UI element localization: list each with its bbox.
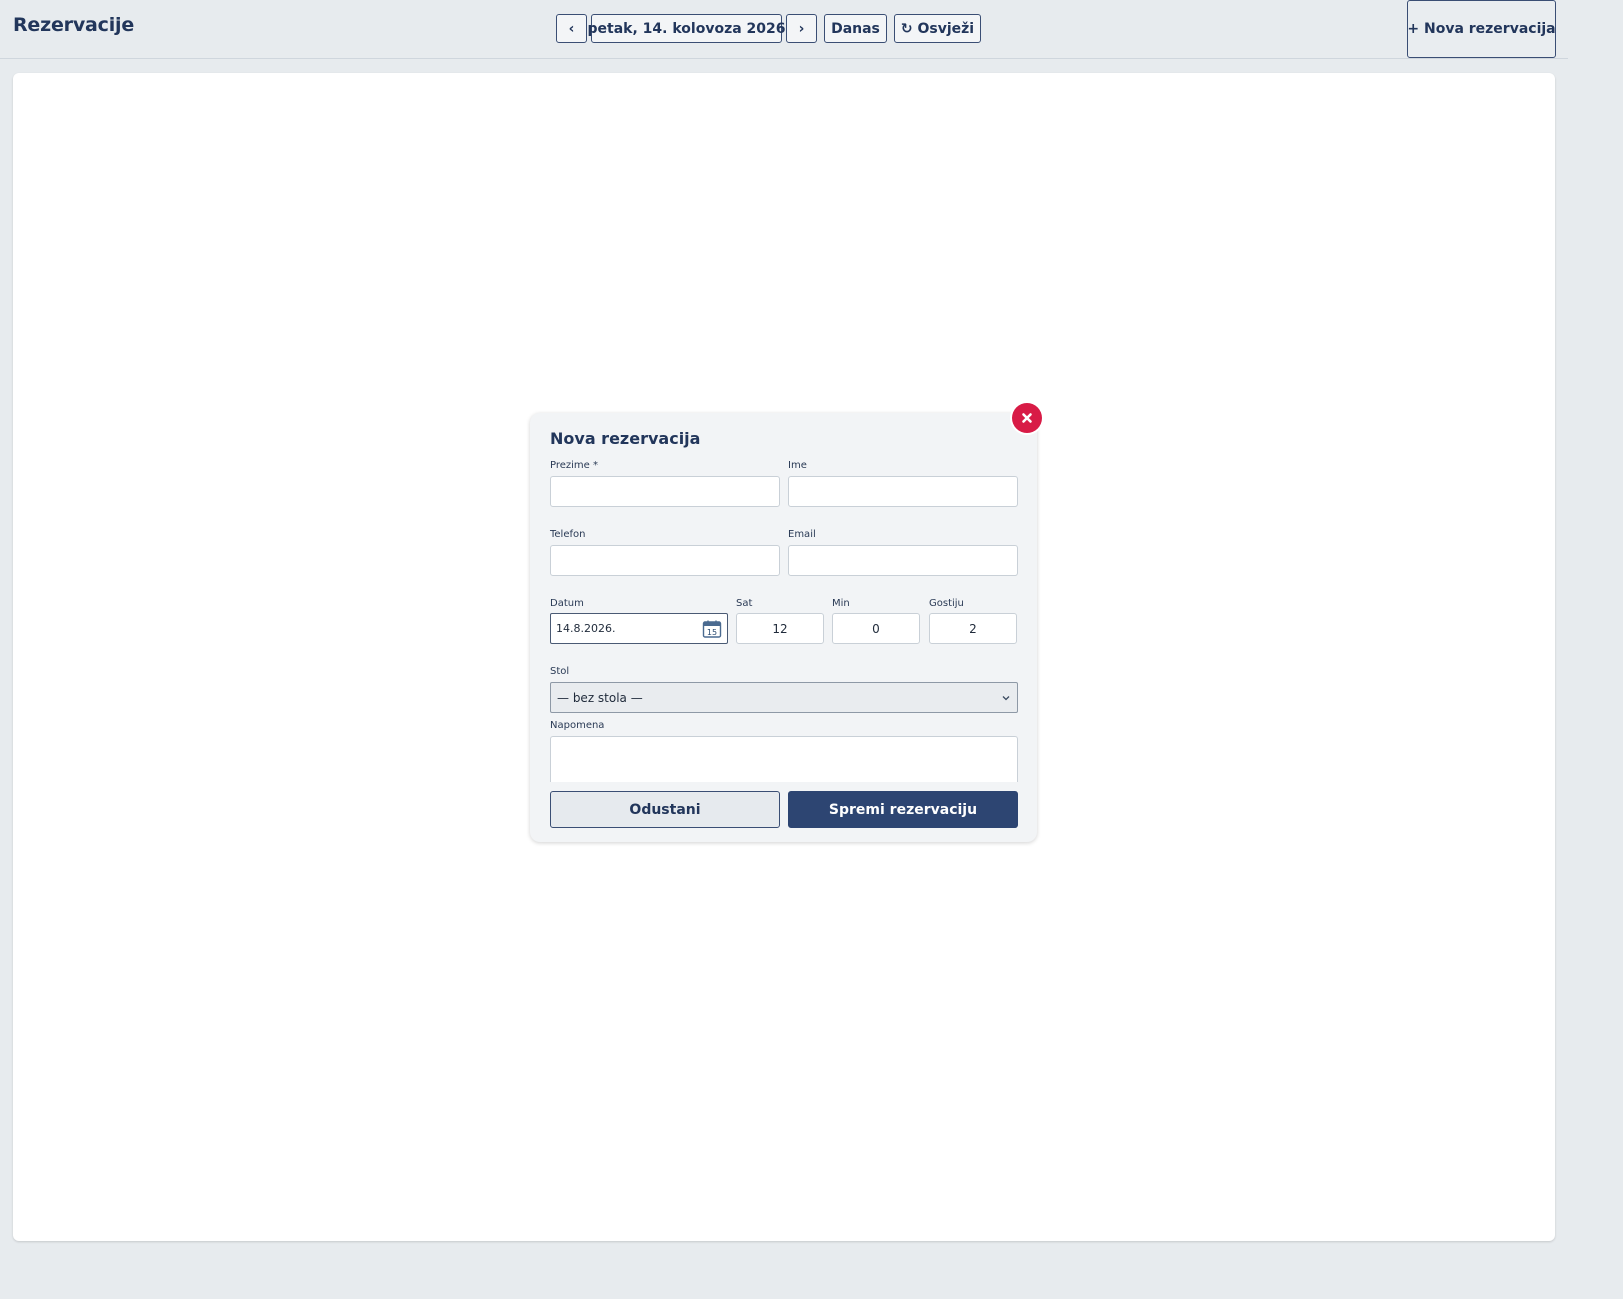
chevron-right-icon: › — [798, 20, 805, 37]
minute-input[interactable] — [832, 613, 920, 644]
top-bar: Rezervacije ‹ petak, 14. kolovoza 2026 ›… — [0, 0, 1568, 59]
date-value: 14.8.2026. — [556, 622, 616, 635]
note-textarea[interactable] — [550, 736, 1018, 782]
save-reservation-button[interactable]: Spremi rezervaciju — [788, 791, 1018, 828]
surname-input[interactable] — [550, 476, 780, 507]
minute-label: Min — [832, 598, 850, 609]
next-day-button[interactable]: › — [786, 14, 817, 43]
reservation-modal: Nova rezervacija Prezime * Ime Telefon E… — [530, 413, 1037, 842]
calendar-icon[interactable]: 15 — [702, 619, 722, 639]
first-name-label: Ime — [788, 460, 807, 471]
current-date-label: petak, 14. kolovoza 2026 — [587, 20, 786, 37]
page-title: Rezervacije — [13, 14, 135, 36]
current-date-button[interactable]: petak, 14. kolovoza 2026 — [588, 14, 786, 43]
note-label: Napomena — [550, 720, 605, 731]
modal-title: Nova rezervacija — [550, 429, 701, 448]
calendar-day: 15 — [707, 628, 717, 637]
hour-label: Sat — [736, 598, 753, 609]
prev-day-button[interactable]: ‹ — [556, 14, 587, 43]
today-label: Danas — [831, 20, 880, 37]
email-label: Email — [788, 529, 816, 540]
new-reservation-button[interactable]: + Nova rezervacija — [1407, 0, 1556, 58]
chevron-left-icon: ‹ — [568, 20, 575, 37]
phone-input[interactable] — [550, 545, 780, 576]
date-label: Datum — [550, 598, 584, 609]
guests-input[interactable] — [929, 613, 1017, 644]
today-button[interactable]: Danas — [824, 14, 887, 43]
close-icon — [1022, 413, 1032, 423]
table-label: Stol — [550, 666, 570, 677]
surname-label: Prezime * — [550, 460, 598, 471]
chevron-down-icon — [1002, 695, 1010, 700]
modal-close-button[interactable] — [1012, 403, 1042, 433]
phone-label: Telefon — [550, 529, 586, 540]
new-reservation-label: + Nova rezervacija — [1407, 21, 1556, 37]
cancel-button[interactable]: Odustani — [550, 791, 780, 828]
refresh-button[interactable]: ↻ Osvježi — [894, 14, 981, 43]
refresh-label: ↻ Osvježi — [900, 20, 975, 37]
guests-label: Gostiju — [929, 598, 964, 609]
table-select-value: — bez stola — — [557, 690, 643, 705]
table-select[interactable]: — bez stola — — [550, 682, 1018, 713]
date-input[interactable]: 14.8.2026. 15 — [550, 613, 728, 644]
hour-input[interactable] — [736, 613, 824, 644]
email-input[interactable] — [788, 545, 1018, 576]
first-name-input[interactable] — [788, 476, 1018, 507]
